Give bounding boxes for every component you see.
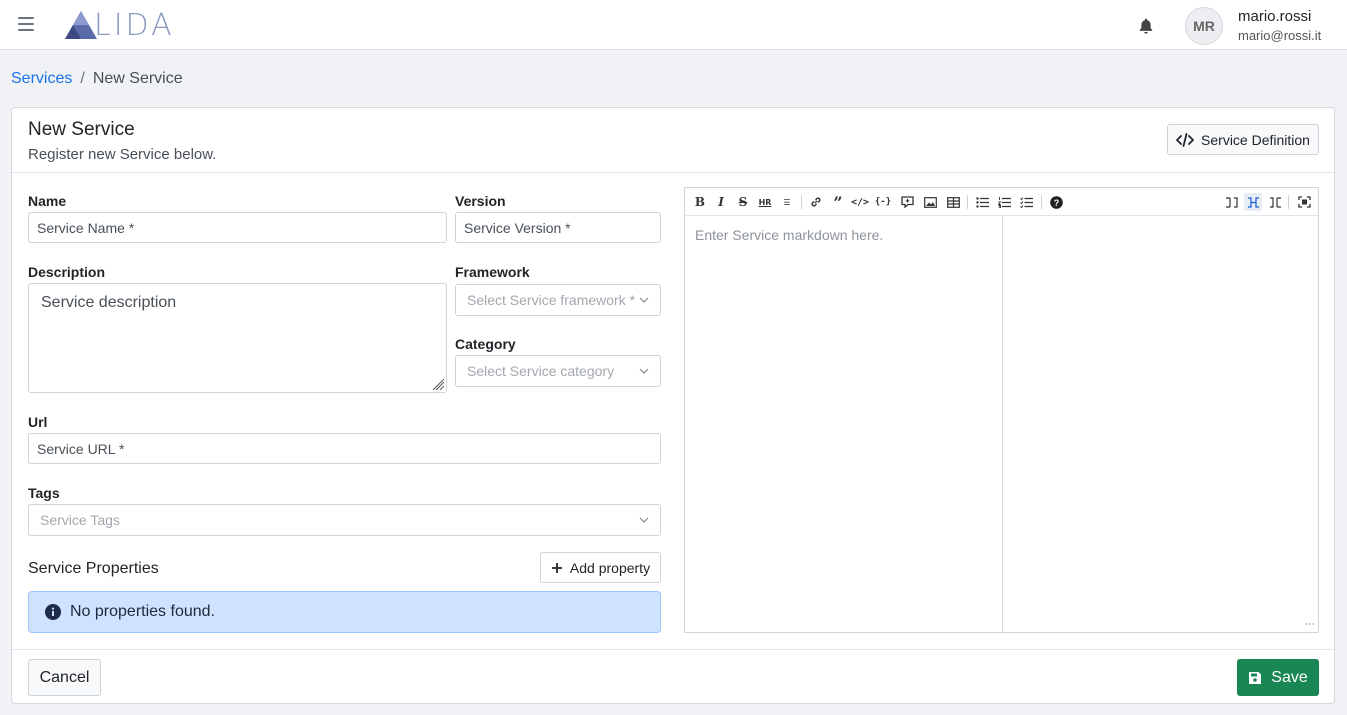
breadcrumb-services-link[interactable]: Services bbox=[11, 70, 72, 88]
svg-text:?: ? bbox=[1053, 198, 1059, 208]
tags-label: Tags bbox=[28, 485, 60, 501]
breadcrumb-separator: / bbox=[80, 70, 85, 87]
preview-mode-icon[interactable] bbox=[1266, 193, 1284, 211]
ordered-list-icon[interactable] bbox=[995, 193, 1013, 211]
chevron-down-icon bbox=[639, 297, 649, 303]
category-select[interactable]: Select Service category bbox=[455, 355, 661, 387]
link-icon[interactable] bbox=[807, 193, 825, 211]
code-block-icon[interactable]: {-} bbox=[874, 193, 892, 211]
description-placeholder: Service description bbox=[41, 294, 177, 311]
service-definition-label: Service Definition bbox=[1201, 131, 1310, 148]
description-textarea[interactable]: Service description bbox=[28, 283, 447, 393]
service-properties-title: Service Properties bbox=[28, 560, 159, 577]
toolbar-divider bbox=[967, 195, 968, 209]
unordered-list-icon[interactable] bbox=[973, 193, 991, 211]
breadcrumb: Services / New Service bbox=[11, 70, 183, 88]
info-icon bbox=[45, 604, 61, 620]
user-name[interactable]: mario.rossi bbox=[1238, 8, 1311, 25]
markdown-placeholder: Enter Service markdown here. bbox=[695, 227, 884, 243]
markdown-preview-pane bbox=[1003, 216, 1318, 633]
card-header: New Service Register new Service below. … bbox=[12, 108, 1334, 173]
menu-icon[interactable] bbox=[18, 17, 34, 31]
logo-triangle-icon bbox=[65, 11, 97, 39]
version-label: Version bbox=[455, 193, 506, 209]
strikethrough-icon[interactable]: S bbox=[734, 193, 752, 211]
framework-label: Framework bbox=[455, 264, 530, 280]
help-icon[interactable]: ? bbox=[1047, 193, 1065, 211]
image-icon[interactable] bbox=[921, 193, 939, 211]
framework-select[interactable]: Select Service framework * bbox=[455, 284, 661, 316]
new-service-card: New Service Register new Service below. … bbox=[11, 107, 1335, 704]
toolbar-divider bbox=[1041, 195, 1042, 209]
save-icon bbox=[1249, 671, 1262, 684]
markdown-editor: B I S HR ☰ ” </> {-} ? Enter Service mar… bbox=[684, 187, 1319, 633]
add-property-button[interactable]: Add property bbox=[540, 552, 661, 583]
editor-resize-handle[interactable]: ⋯ bbox=[1305, 619, 1315, 630]
tags-select[interactable]: Service Tags bbox=[28, 504, 661, 536]
resize-handle-icon[interactable] bbox=[432, 378, 445, 391]
comment-icon[interactable] bbox=[898, 193, 916, 211]
avatar[interactable]: MR bbox=[1185, 7, 1223, 45]
version-input[interactable]: Service Version * bbox=[455, 212, 661, 243]
name-label: Name bbox=[28, 193, 67, 209]
logo-text: LIDA bbox=[94, 7, 175, 43]
edit-mode-icon[interactable] bbox=[1222, 193, 1240, 211]
user-email: mario@rossi.it bbox=[1238, 28, 1322, 43]
plus-icon bbox=[551, 562, 562, 573]
bold-icon[interactable]: B bbox=[691, 193, 709, 211]
markdown-input-pane[interactable]: Enter Service markdown here. bbox=[685, 216, 1003, 633]
checked-list-icon[interactable] bbox=[1017, 193, 1035, 211]
hr-icon[interactable]: HR bbox=[756, 193, 774, 211]
card-footer: Cancel Save bbox=[12, 649, 1334, 704]
no-properties-message: No properties found. bbox=[70, 603, 215, 620]
url-label: Url bbox=[28, 414, 48, 430]
description-label: Description bbox=[28, 264, 106, 280]
url-input[interactable]: Service URL * bbox=[28, 433, 661, 464]
bell-icon[interactable] bbox=[1139, 18, 1153, 34]
app-logo[interactable]: LIDA bbox=[64, 7, 175, 43]
save-label: Save bbox=[1271, 668, 1308, 686]
chevron-down-icon bbox=[639, 517, 649, 523]
fullscreen-icon[interactable] bbox=[1295, 193, 1313, 211]
breadcrumb-current: New Service bbox=[92, 70, 183, 87]
toolbar-divider bbox=[801, 195, 802, 209]
framework-placeholder: Select Service framework * bbox=[467, 292, 636, 308]
service-definition-button[interactable]: Service Definition bbox=[1167, 124, 1319, 155]
page-title: New Service bbox=[28, 119, 135, 140]
toolbar-divider bbox=[1288, 195, 1289, 209]
editor-toolbar: B I S HR ☰ ” </> {-} ? bbox=[685, 188, 1318, 216]
no-properties-alert: No properties found. bbox=[28, 591, 661, 633]
italic-icon[interactable]: I bbox=[712, 193, 730, 211]
page-subtitle: Register new Service below. bbox=[28, 146, 217, 163]
live-mode-icon[interactable] bbox=[1244, 193, 1262, 211]
category-placeholder: Select Service category bbox=[467, 363, 615, 379]
top-navbar: LIDA MR mario.rossi mario@rossi.it bbox=[0, 0, 1347, 50]
add-property-label: Add property bbox=[569, 559, 651, 576]
quote-icon[interactable]: ” bbox=[829, 193, 847, 212]
category-label: Category bbox=[455, 336, 516, 352]
cancel-button[interactable]: Cancel bbox=[28, 659, 101, 696]
code-icon bbox=[1176, 132, 1194, 147]
title-icon[interactable]: ☰ bbox=[778, 193, 796, 211]
tags-placeholder: Service Tags bbox=[40, 512, 120, 528]
code-icon[interactable]: </> bbox=[851, 193, 869, 211]
table-icon[interactable] bbox=[944, 193, 962, 211]
chevron-down-icon bbox=[639, 368, 649, 374]
save-button[interactable]: Save bbox=[1237, 659, 1319, 696]
name-input[interactable]: Service Name * bbox=[28, 212, 447, 243]
